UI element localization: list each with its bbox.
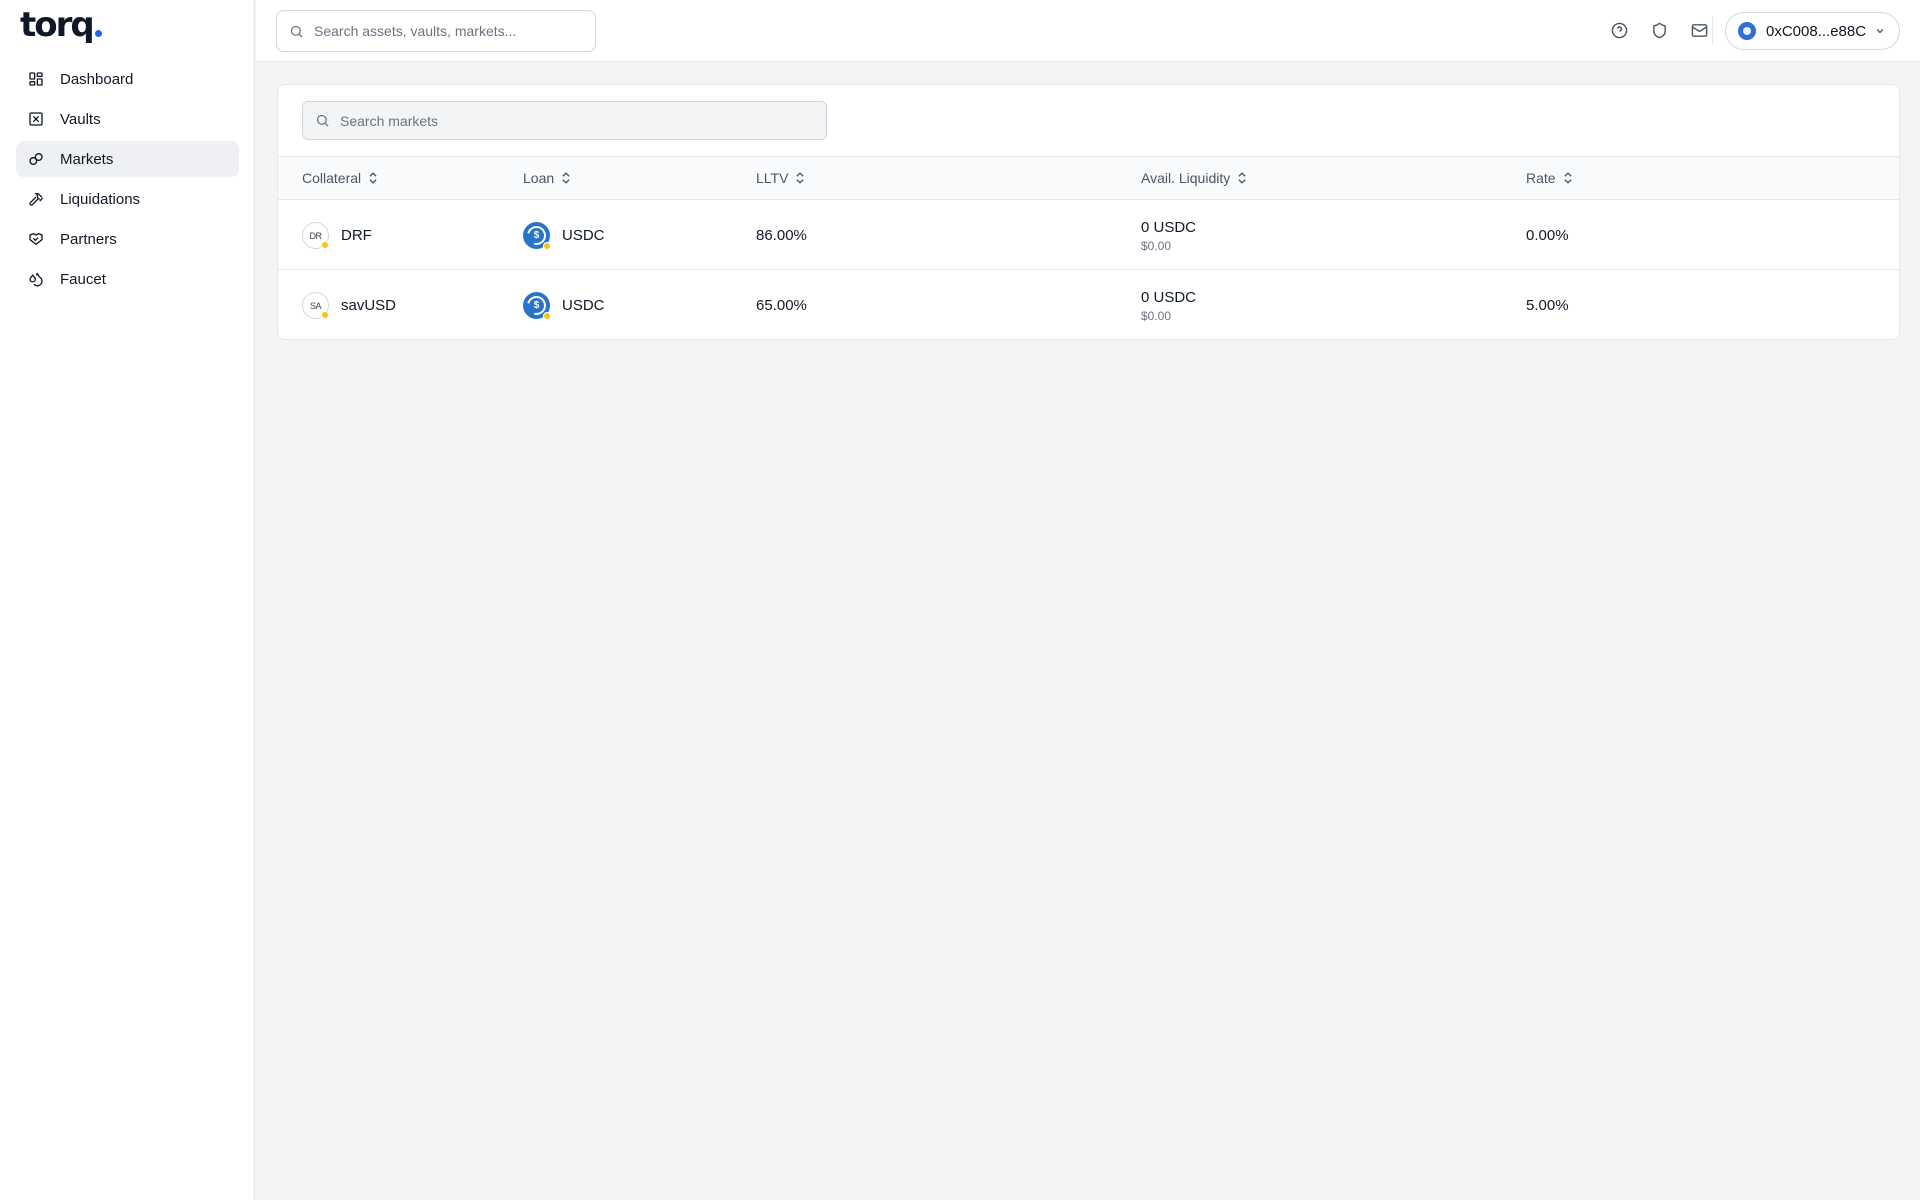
- droplets-icon: [26, 269, 46, 289]
- sidebar-item-faucet[interactable]: Faucet: [16, 261, 239, 297]
- collateral-symbol: DRF: [341, 227, 372, 244]
- liquidity-usd: $0.00: [1141, 308, 1172, 323]
- sidebar-item-liquidations[interactable]: Liquidations: [16, 181, 239, 217]
- wallet-address: 0xC008...e88C: [1766, 22, 1867, 40]
- markets-search[interactable]: [302, 101, 827, 140]
- mail-icon[interactable]: [1688, 19, 1710, 41]
- collateral-symbol: savUSD: [341, 297, 397, 314]
- sidebar-item-label: Faucet: [60, 270, 106, 288]
- rate-value: 0.00%: [1526, 227, 1569, 244]
- vault-icon: [26, 109, 46, 129]
- token-icon-text: SA: [309, 300, 322, 311]
- wallet-avatar: [1738, 22, 1756, 40]
- loan-symbol: USDC: [562, 227, 605, 244]
- topbar: 0xC008...e88C: [256, 0, 1920, 62]
- sidebar-nav: Dashboard Vaults Markets Liquidations Pa…: [16, 61, 239, 301]
- search-icon: [316, 114, 329, 127]
- sidebar-item-partners[interactable]: Partners: [16, 221, 239, 257]
- liquidity-usd: $0.00: [1141, 238, 1172, 253]
- sort-icon: [796, 172, 804, 184]
- handshake-icon: [26, 229, 46, 249]
- help-circle-icon[interactable]: [1608, 19, 1630, 41]
- table-header: Collateral Loan LLTV Avail. Liquidity Ra…: [278, 156, 1899, 200]
- loan-cell: $ USDC: [523, 201, 605, 270]
- table-row[interactable]: DR DRF $ USDC 86.00% 0 USDC $0.00 0.00%: [278, 201, 1899, 270]
- global-search[interactable]: [276, 10, 596, 52]
- chain-badge: [321, 241, 329, 249]
- chain-badge: [321, 311, 329, 319]
- sidebar-item-vaults[interactable]: Vaults: [16, 101, 239, 137]
- wallet-button[interactable]: 0xC008...e88C: [1725, 12, 1900, 50]
- column-header-lltv[interactable]: LLTV: [756, 157, 806, 199]
- collateral-cell: SA savUSD: [302, 271, 397, 339]
- column-header-liquidity[interactable]: Avail. Liquidity: [1141, 157, 1248, 199]
- shield-icon[interactable]: [1648, 19, 1670, 41]
- search-icon: [290, 25, 303, 38]
- topbar-divider: [1712, 17, 1713, 45]
- column-header-rate[interactable]: Rate: [1526, 157, 1574, 199]
- usdc-icon: $: [523, 292, 551, 320]
- table-row[interactable]: SA savUSD $ USDC 65.00% 0 USDC $0.00 5.0…: [278, 271, 1899, 339]
- link-icon: [26, 149, 46, 169]
- logo-text: torq: [20, 5, 95, 45]
- column-label: Rate: [1526, 170, 1556, 186]
- sidebar-item-label: Liquidations: [60, 190, 141, 208]
- sidebar-item-markets[interactable]: Markets: [16, 141, 239, 177]
- sort-icon: [369, 172, 377, 184]
- logo-dot: [94, 30, 102, 37]
- global-search-input[interactable]: [314, 23, 574, 39]
- column-label: Avail. Liquidity: [1141, 170, 1231, 186]
- chevron-down-icon: [1876, 29, 1884, 34]
- liquidity-cell: 0 USDC $0.00: [1141, 201, 1196, 270]
- usdc-icon: $: [523, 222, 551, 250]
- markets-card: Collateral Loan LLTV Avail. Liquidity Ra…: [277, 84, 1900, 340]
- rate-value: 5.00%: [1526, 297, 1569, 314]
- liquidity-amount: 0 USDC: [1141, 288, 1197, 306]
- sidebar: torq Dashboard Vaults Markets Liquidatio…: [0, 0, 255, 1200]
- token-icon-text: DR: [309, 230, 323, 241]
- lltv-value: 65.00%: [756, 297, 807, 314]
- column-header-loan[interactable]: Loan: [523, 157, 572, 199]
- column-label: LLTV: [756, 170, 789, 186]
- sidebar-item-dashboard[interactable]: Dashboard: [16, 61, 239, 97]
- markets-search-input[interactable]: [340, 112, 600, 129]
- token-icon: DR: [302, 222, 329, 249]
- liquidity-amount: 0 USDC: [1141, 218, 1197, 236]
- sidebar-item-label: Partners: [60, 230, 117, 248]
- topbar-icons: [1608, 19, 1710, 41]
- sidebar-item-label: Markets: [60, 150, 114, 168]
- sidebar-item-label: Vaults: [60, 110, 101, 128]
- lltv-value: 86.00%: [756, 227, 807, 244]
- chain-badge: [543, 242, 551, 250]
- torq-logo[interactable]: torq: [20, 4, 102, 46]
- sidebar-item-label: Dashboard: [60, 70, 134, 88]
- liquidity-cell: 0 USDC $0.00: [1141, 271, 1197, 339]
- token-icon: SA: [302, 292, 329, 319]
- sort-icon: [1238, 172, 1246, 184]
- chain-badge: [543, 312, 551, 320]
- loan-cell: $ USDC: [523, 271, 605, 339]
- hammer-icon: [26, 189, 46, 209]
- sort-icon: [562, 172, 570, 184]
- column-header-collateral[interactable]: Collateral: [302, 157, 379, 199]
- sort-icon: [1564, 172, 1572, 184]
- column-label: Loan: [523, 170, 555, 186]
- grid-icon: [26, 69, 46, 89]
- column-label: Collateral: [302, 170, 362, 186]
- collateral-cell: DR DRF: [302, 201, 372, 270]
- loan-symbol: USDC: [562, 297, 605, 314]
